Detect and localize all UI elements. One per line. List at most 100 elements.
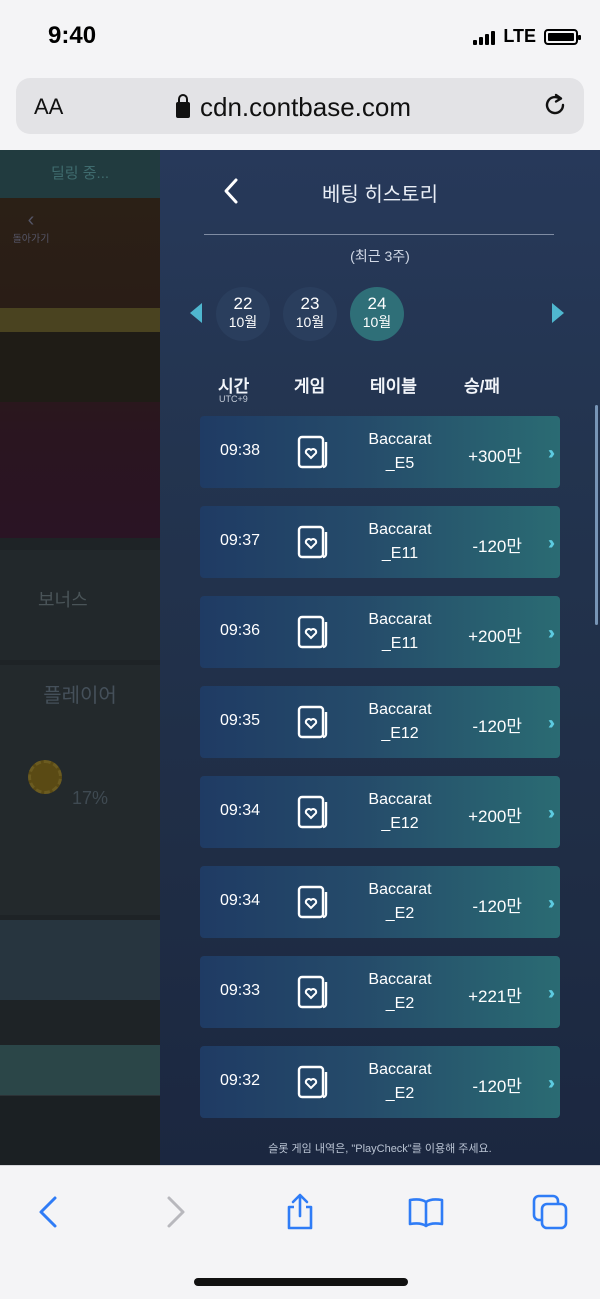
row-time: 09:38 [220, 442, 261, 459]
row-table-code: _E12 [381, 725, 419, 742]
history-row[interactable]: 09:38 Baccarat _E5 +300만 ›› [200, 416, 560, 488]
double-chevron-right-icon[interactable]: ›› [548, 893, 555, 914]
row-result: -120만 [472, 717, 522, 736]
bonus-area: 보너스 [0, 550, 160, 660]
previous-date-arrow-icon[interactable] [190, 303, 202, 323]
row-result: -120만 [472, 537, 522, 556]
network-label: LTE [503, 26, 536, 46]
chip-icon [28, 760, 62, 794]
background-game-view: 딜링 중... ‹ 돌아가기 보너스 플레이어 17% [0, 150, 160, 1165]
row-table: Baccarat _E2 [350, 1058, 450, 1106]
double-chevron-right-icon[interactable]: ›› [548, 713, 555, 734]
history-row[interactable]: 09:34 Baccarat _E2 -120만 ›› [200, 866, 560, 938]
column-header-timezone: UTC+9 [219, 394, 248, 404]
row-table: Baccarat _E2 [350, 878, 450, 926]
row-time: 09:32 [220, 1072, 261, 1089]
status-indicators: LTE [473, 26, 581, 47]
row-table-name: Baccarat [368, 791, 432, 808]
date-day: 23 [300, 294, 320, 313]
next-date-arrow-icon[interactable] [552, 303, 564, 323]
row-result: +200만 [468, 807, 522, 826]
background-block [0, 1045, 160, 1095]
card-heart-icon [297, 975, 328, 1009]
row-result: +221만 [468, 987, 522, 1006]
row-table-name: Baccarat [368, 971, 432, 988]
history-row[interactable]: 09:32 Baccarat _E2 -120만 ›› [200, 1046, 560, 1118]
date-day: 22 [233, 294, 253, 313]
row-table: Baccarat _E5 [350, 428, 450, 476]
battery-icon [544, 28, 581, 45]
player-percent: 17% [71, 788, 109, 808]
status-bar: 9:40 LTE [0, 0, 600, 72]
double-chevron-right-icon[interactable]: ›› [548, 803, 555, 824]
browser-toolbar [0, 1165, 600, 1299]
row-table-code: _E5 [385, 455, 415, 472]
player-area: 플레이어 17% [0, 665, 160, 915]
back-icon[interactable] [30, 1192, 70, 1232]
home-indicator [194, 1278, 408, 1286]
history-row[interactable]: 09:37 Baccarat _E11 -120만 ›› [200, 506, 560, 578]
history-row[interactable]: 09:36 Baccarat _E11 +200만 ›› [200, 596, 560, 668]
row-table-code: _E11 [381, 635, 419, 652]
bookmarks-icon[interactable] [406, 1192, 446, 1232]
share-icon[interactable] [280, 1192, 320, 1232]
row-time: 09:34 [220, 892, 261, 909]
row-table-name: Baccarat [368, 881, 432, 898]
card-heart-icon [297, 615, 328, 649]
dealing-status: 딜링 중... [0, 150, 160, 198]
date-day: 24 [367, 294, 387, 313]
date-button[interactable]: 23 10월 [283, 287, 337, 341]
row-table-code: _E12 [381, 815, 419, 832]
double-chevron-right-icon[interactable]: ›› [548, 623, 555, 644]
card-heart-icon [297, 1065, 328, 1099]
scrollbar[interactable] [595, 405, 598, 625]
lock-icon [176, 93, 190, 118]
card-heart-icon [297, 795, 328, 829]
reload-icon[interactable] [540, 90, 570, 120]
background-roadmap [0, 1095, 160, 1165]
status-time: 9:40 [48, 22, 97, 49]
row-result: -120만 [472, 1077, 522, 1096]
url-text: cdn.contbase.com [200, 92, 412, 122]
history-row[interactable]: 09:35 Baccarat _E12 -120만 ›› [200, 686, 560, 758]
reader-text-size-button[interactable]: AA [34, 94, 63, 120]
background-back-button: ‹ 돌아가기 [6, 210, 56, 250]
card-heart-icon [297, 885, 328, 919]
date-button-selected[interactable]: 24 10월 [350, 287, 404, 341]
double-chevron-right-icon[interactable]: ›› [548, 443, 555, 464]
column-header-table: 테이블 [370, 377, 417, 396]
card-heart-icon [297, 435, 328, 469]
history-row[interactable]: 09:34 Baccarat _E12 +200만 ›› [200, 776, 560, 848]
divider [204, 234, 554, 235]
row-table: Baccarat _E12 [350, 788, 450, 836]
row-time: 09:36 [220, 622, 261, 639]
panel-title: 베팅 히스토리 [322, 184, 438, 206]
double-chevron-right-icon[interactable]: ›› [548, 1073, 555, 1094]
row-table-name: Baccarat [368, 1061, 432, 1078]
url-display[interactable]: cdn.contbase.com [176, 92, 411, 123]
date-button[interactable]: 22 10월 [216, 287, 270, 341]
playcheck-note: 슬롯 게임 내역은, "PlayCheck"를 이용해 주세요. [268, 1143, 492, 1155]
date-month: 10월 [362, 314, 392, 330]
row-time: 09:37 [220, 532, 261, 549]
date-month: 10월 [228, 314, 258, 330]
double-chevron-right-icon[interactable]: ›› [548, 983, 555, 1004]
row-table-name: Baccarat [368, 611, 432, 628]
tabs-icon[interactable] [530, 1192, 570, 1232]
card-heart-icon [297, 705, 328, 739]
web-content: 딜링 중... ‹ 돌아가기 보너스 플레이어 17% 베팅 히스토리 (최근 … [0, 150, 600, 1165]
player-label: 플레이어 [43, 685, 117, 707]
row-time: 09:35 [220, 712, 261, 729]
row-result: -120만 [472, 897, 522, 916]
row-table-code: _E2 [385, 1085, 415, 1102]
column-header-result: 승/패 [464, 377, 501, 396]
address-bar[interactable]: AA cdn.contbase.com [16, 78, 584, 134]
row-table: Baccarat _E11 [350, 518, 450, 566]
row-result: +300만 [468, 447, 522, 466]
period-subtitle: (최근 3주) [350, 248, 410, 264]
history-row[interactable]: 09:33 Baccarat _E2 +221만 ›› [200, 956, 560, 1028]
row-table: Baccarat _E2 [350, 968, 450, 1016]
double-chevron-right-icon[interactable]: ›› [548, 533, 555, 554]
row-result: +200만 [468, 627, 522, 646]
forward-icon[interactable] [154, 1192, 194, 1232]
